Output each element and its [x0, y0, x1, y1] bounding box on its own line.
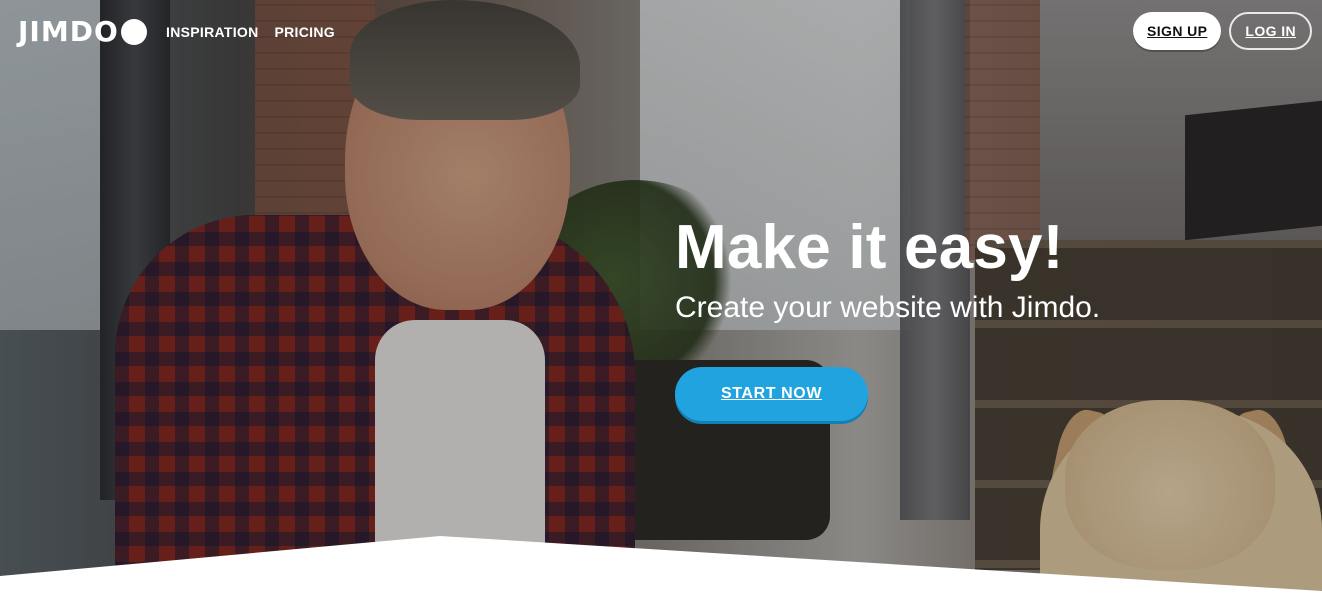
nav-link-pricing[interactable]: PRICING	[275, 24, 335, 40]
hero-banner	[0, 0, 1322, 606]
hero-headline: Make it easy!	[675, 213, 1064, 282]
hero-image-overlay	[0, 0, 1322, 606]
nav-link-inspiration[interactable]: INSPIRATION	[166, 24, 259, 40]
start-now-button[interactable]: START NOW	[675, 367, 868, 421]
top-navigation-bar: JIMDO INSPIRATION PRICING SIGN UP LOG IN	[0, 0, 1322, 64]
sign-up-button[interactable]: SIGN UP	[1133, 12, 1222, 50]
bottom-wave-divider	[0, 536, 1322, 606]
jimdo-logo[interactable]: JIMDO	[18, 16, 147, 48]
log-in-button[interactable]: LOG IN	[1229, 12, 1312, 50]
auth-buttons: SIGN UP LOG IN	[1133, 12, 1312, 50]
main-nav: INSPIRATION PRICING	[166, 24, 335, 40]
hero-subheadline: Create your website with Jimdo.	[675, 291, 1101, 324]
logo-dot-icon	[120, 19, 147, 45]
hero-copy: Make it easy! Create your website with J…	[675, 212, 1100, 326]
logo-text: JIMDO	[18, 15, 119, 48]
